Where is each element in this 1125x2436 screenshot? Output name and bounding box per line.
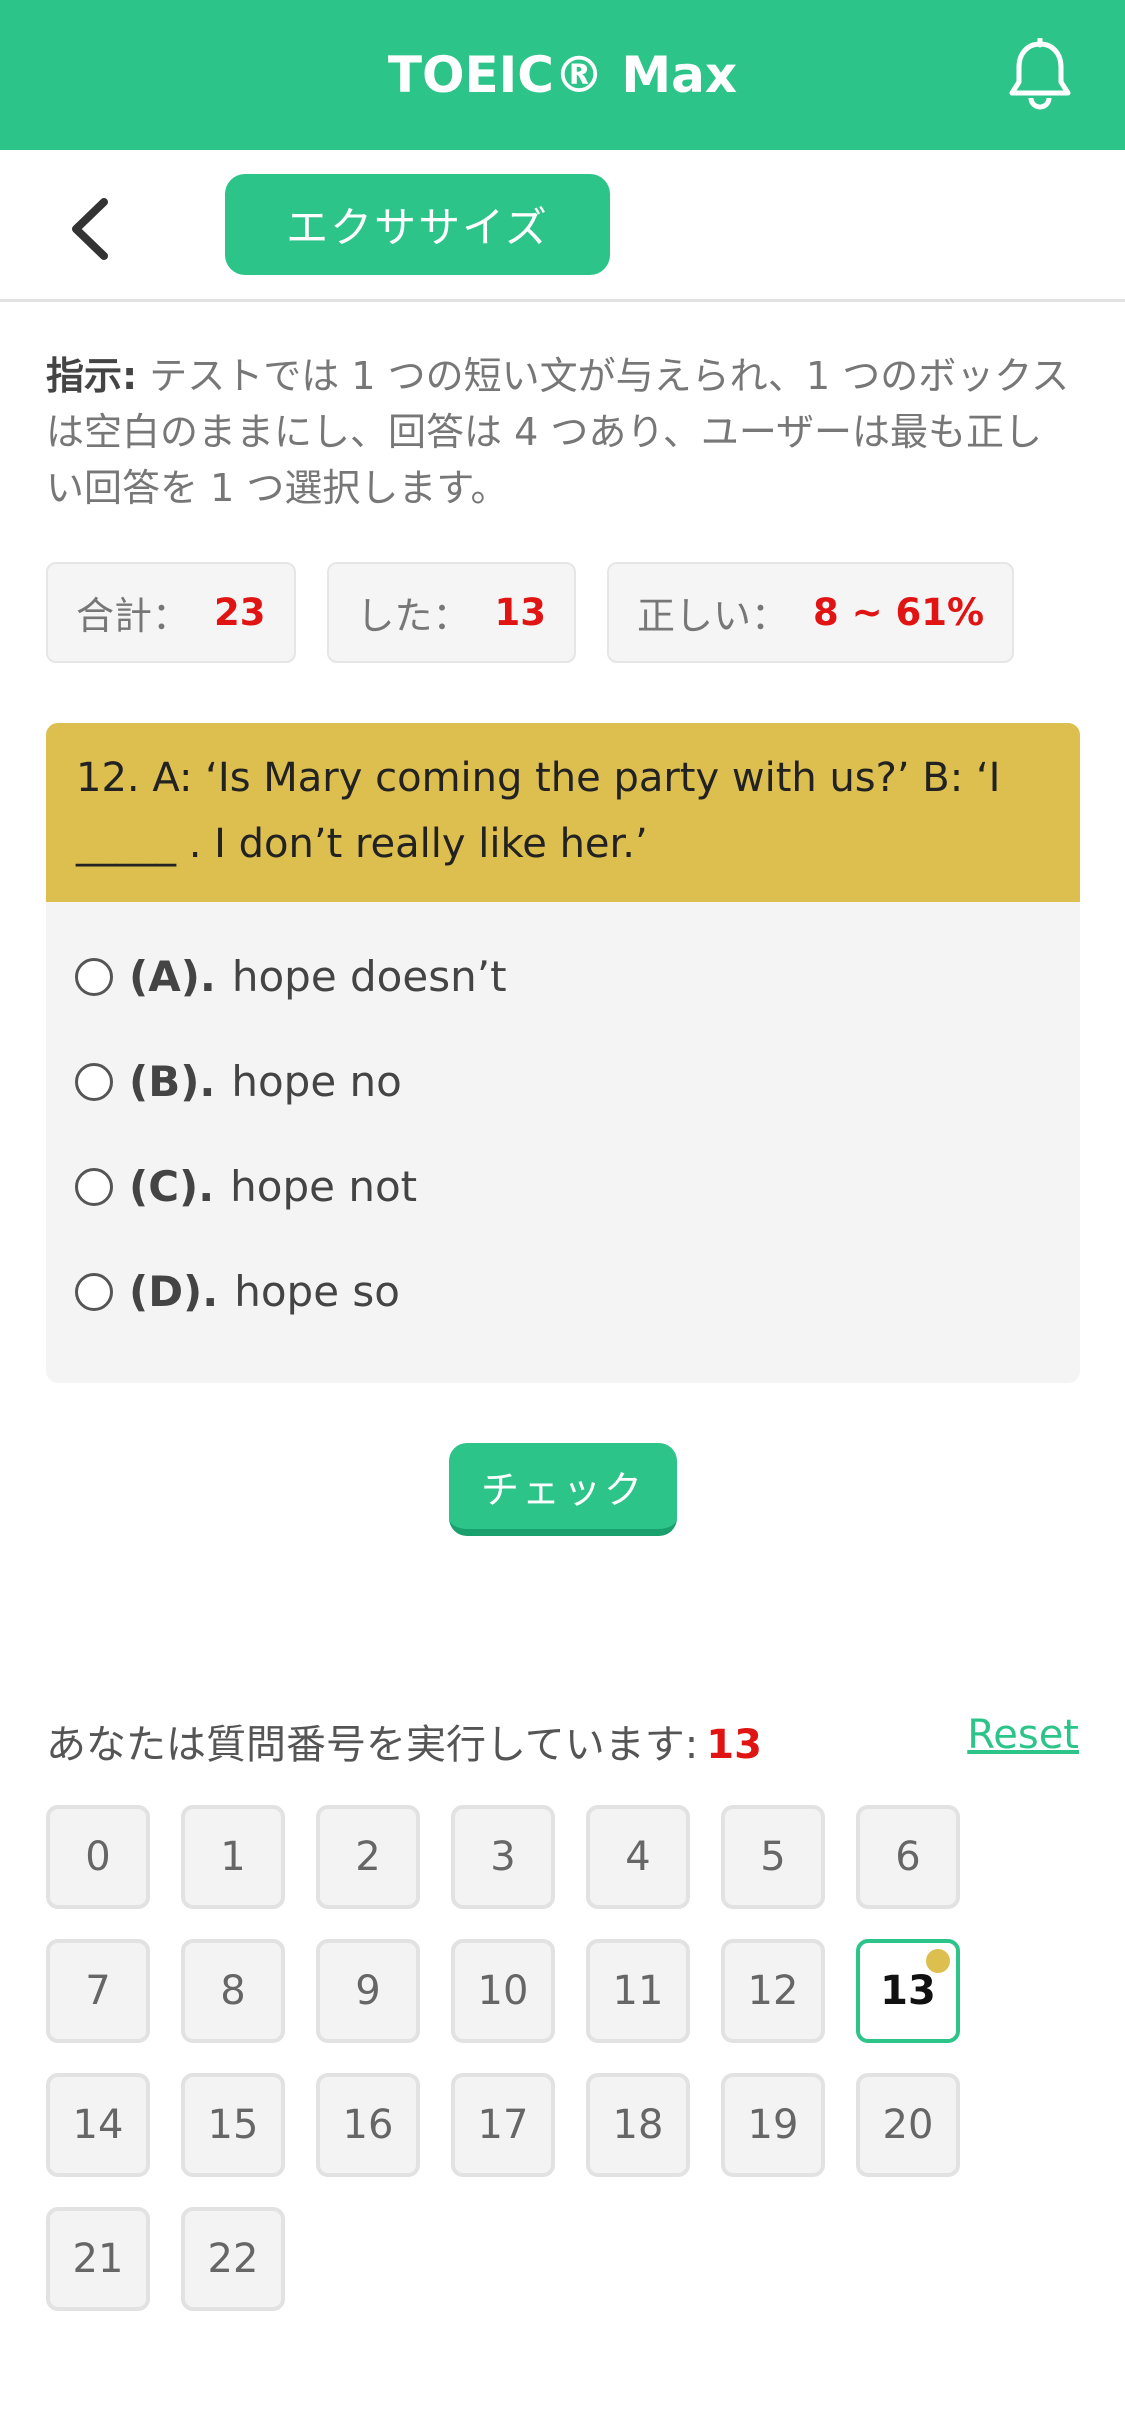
question-number-22[interactable]: 22 — [181, 2207, 285, 2311]
question-number-11[interactable]: 11 — [586, 1939, 690, 2043]
stat-correct-label: 正しい： — [637, 594, 790, 638]
question-number-19[interactable]: 19 — [721, 2073, 825, 2177]
question-number-15[interactable]: 15 — [181, 2073, 285, 2177]
question-number-18[interactable]: 18 — [586, 2073, 690, 2177]
stat-done-label: した： — [356, 594, 471, 638]
question-number-10[interactable]: 10 — [451, 1939, 555, 2043]
chevron-left-icon[interactable] — [62, 194, 122, 264]
question-number-2[interactable]: 2 — [316, 1805, 420, 1909]
question-number-7[interactable]: 7 — [46, 1939, 150, 2043]
instructions: 指示: テストでは 1 つの短い文が与えられ、1 つのボックスは空白のままにし、… — [46, 348, 1076, 516]
option-letter: (C). — [129, 1162, 215, 1211]
question-card: 12. A: ‘Is Mary coming the party with us… — [46, 723, 1080, 1383]
stat-total-label: 合計： — [76, 594, 191, 638]
stat-total-value: 23 — [214, 591, 266, 634]
stat-done: した： 13 — [326, 562, 577, 663]
question-number-13-current[interactable]: 13 — [856, 1939, 960, 2043]
current-question-number: 13 — [706, 1722, 762, 1768]
question-number-16[interactable]: 16 — [316, 2073, 420, 2177]
option-d[interactable]: (D). hope so — [46, 1239, 1080, 1344]
option-text: hope no — [231, 1057, 402, 1106]
question-number-21[interactable]: 21 — [46, 2207, 150, 2311]
question-number-5[interactable]: 5 — [721, 1805, 825, 1909]
bell-icon[interactable] — [1005, 38, 1075, 112]
instructions-prefix: 指示: — [46, 354, 138, 398]
option-text: hope not — [230, 1162, 418, 1211]
question-number-13-label: 13 — [880, 1968, 936, 2014]
radio-button[interactable] — [75, 1167, 113, 1206]
instructions-text: テストでは 1 つの短い文が与えられ、1 つのボックスは空白のままにし、回答は … — [46, 354, 1070, 510]
answer-options: (A). hope doesn’t (B). hope no (C). hope… — [46, 902, 1080, 1344]
app-title: TOEIC® Max — [387, 46, 738, 104]
question-number-8[interactable]: 8 — [181, 1939, 285, 2043]
question-number-1[interactable]: 1 — [181, 1805, 285, 1909]
question-line-2: _____ . I don’t really like her.’ — [76, 821, 648, 867]
app-header: TOEIC® Max — [0, 0, 1125, 150]
question-number-6[interactable]: 6 — [856, 1805, 960, 1909]
question-number-12[interactable]: 12 — [721, 1939, 825, 2043]
question-number-4[interactable]: 4 — [586, 1805, 690, 1909]
tab-exercise[interactable]: エクササイズ — [225, 174, 610, 275]
question-number-9[interactable]: 9 — [316, 1939, 420, 2043]
current-indicator-dot — [926, 1949, 950, 1973]
sub-header: エクササイズ — [0, 150, 1125, 302]
stat-correct: 正しい： 8 ~ 61% — [607, 562, 1015, 663]
option-letter: (B). — [129, 1057, 216, 1106]
option-text: hope doesn’t — [231, 952, 507, 1001]
option-a[interactable]: (A). hope doesn’t — [46, 924, 1080, 1029]
question-grid: 0 1 2 3 4 5 6 7 8 9 10 11 12 13 14 15 16… — [46, 1805, 1026, 2311]
progress-label-text: あなたは質問番号を実行しています: — [46, 1722, 699, 1768]
radio-button[interactable] — [75, 1272, 113, 1311]
stats-bar: 合計： 23 した： 13 正しい： 8 ~ 61% — [46, 562, 1015, 663]
stat-total: 合計： 23 — [46, 562, 296, 663]
radio-button[interactable] — [75, 1062, 113, 1101]
option-text: hope so — [234, 1267, 400, 1316]
option-letter: (A). — [129, 952, 216, 1001]
stat-done-value: 13 — [494, 591, 547, 634]
question-number-3[interactable]: 3 — [451, 1805, 555, 1909]
option-c[interactable]: (C). hope not — [46, 1134, 1080, 1239]
reset-link[interactable]: Reset — [967, 1712, 1079, 1758]
question-line-1: 12. A: ‘Is Mary coming the party with us… — [76, 755, 1001, 801]
question-number-20[interactable]: 20 — [856, 2073, 960, 2177]
progress-label: あなたは質問番号を実行しています: 13 — [46, 1712, 762, 1770]
stat-correct-value: 8 ~ 61% — [813, 591, 985, 634]
option-b[interactable]: (B). hope no — [46, 1029, 1080, 1134]
option-letter: (D). — [129, 1267, 219, 1316]
radio-button[interactable] — [75, 957, 113, 996]
question-number-17[interactable]: 17 — [451, 2073, 555, 2177]
question-number-0[interactable]: 0 — [46, 1805, 150, 1909]
check-button[interactable]: チェック — [449, 1443, 677, 1536]
question-number-14[interactable]: 14 — [46, 2073, 150, 2177]
question-text: 12. A: ‘Is Mary coming the party with us… — [46, 723, 1080, 902]
